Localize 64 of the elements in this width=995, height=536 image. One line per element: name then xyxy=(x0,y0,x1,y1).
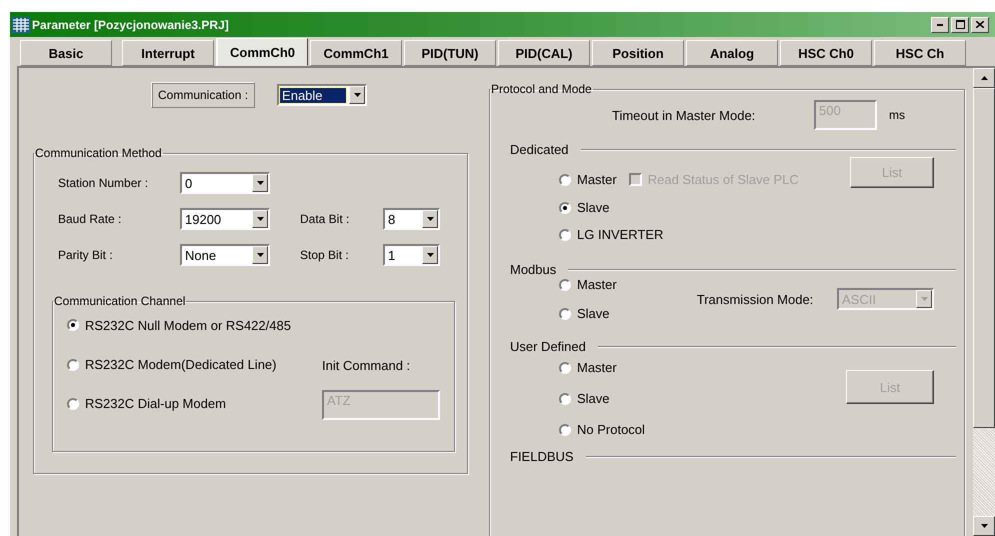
app-icon xyxy=(12,16,30,32)
field-label: Timeout in Master Mode: xyxy=(612,108,756,122)
caret-icon xyxy=(256,181,264,185)
caret-icon xyxy=(426,253,434,257)
tab[interactable]: PID(CAL) xyxy=(498,40,590,66)
scrollbar-thumb[interactable] xyxy=(973,88,995,428)
scroll-down-button[interactable] xyxy=(973,516,995,536)
radio-option[interactable]: RS232C Modem(Dedicated Line) xyxy=(67,357,276,372)
radio-option[interactable]: Slave xyxy=(559,391,645,406)
caret-icon xyxy=(256,217,264,221)
radio-option[interactable]: No Protocol xyxy=(559,422,645,437)
tab[interactable]: CommCh0 xyxy=(216,38,308,66)
maximize-button[interactable] xyxy=(951,16,969,32)
down-arrow-icon xyxy=(980,524,988,528)
close-icon xyxy=(976,21,984,28)
field-label: Stop Bit : xyxy=(300,248,350,262)
tab[interactable]: Position xyxy=(592,40,684,66)
tab[interactable]: PID(TUN) xyxy=(404,40,496,66)
tab[interactable]: CommCh1 xyxy=(310,40,402,66)
caret-icon xyxy=(426,217,434,221)
section-title: FIELDBUS xyxy=(510,449,574,464)
radio-option[interactable]: RS232C Dial-up Modem xyxy=(67,396,226,412)
group-title: Protocol and Mode xyxy=(490,82,593,96)
dropdown[interactable]: 8 xyxy=(383,208,440,230)
section-title: User Defined xyxy=(510,339,586,354)
dropdown[interactable]: 0 xyxy=(180,172,270,194)
group-title: Communication Channel xyxy=(53,294,186,308)
dropdown[interactable]: 1 xyxy=(383,244,440,266)
radio-option[interactable]: Slave xyxy=(559,306,617,321)
tab[interactable]: Interrupt xyxy=(122,40,214,66)
field-label: Station Number : xyxy=(58,176,150,190)
section-title: Modbus xyxy=(510,262,556,277)
tab[interactable]: HSC Ch xyxy=(874,40,966,66)
field-label: Init Command : xyxy=(322,358,410,373)
caret-icon xyxy=(920,297,928,301)
radio-option[interactable]: Master xyxy=(559,277,617,292)
tab[interactable]: HSC Ch0 xyxy=(780,40,872,66)
unit-label: ms xyxy=(889,108,905,122)
scroll-up-button[interactable] xyxy=(973,68,995,88)
dropdown[interactable]: Enable xyxy=(277,84,368,106)
caret-icon xyxy=(256,253,264,257)
field-label: Parity Bit : xyxy=(58,248,114,262)
close-button[interactable] xyxy=(971,16,989,32)
field-label: Communication : xyxy=(151,82,256,108)
up-arrow-icon xyxy=(980,76,988,80)
caret-icon xyxy=(354,93,361,97)
dropdown[interactable]: 19200 xyxy=(180,208,270,230)
maximize-icon xyxy=(956,20,964,29)
minimize-icon xyxy=(937,24,943,26)
group-title: Communication Method xyxy=(34,146,163,160)
field-label: Transmission Mode: xyxy=(696,292,814,306)
section-title: Dedicated xyxy=(510,142,569,157)
tab[interactable]: Analog xyxy=(686,40,778,66)
radio-option[interactable]: LG INVERTER xyxy=(559,227,664,242)
dropdown[interactable]: None xyxy=(180,244,270,266)
window-title: Parameter [Pozycjonowanie3.PRJ] xyxy=(32,18,230,32)
radio-option[interactable]: Slave xyxy=(559,200,610,215)
minimize-button[interactable] xyxy=(931,16,949,32)
tab[interactable]: Basic xyxy=(20,40,112,66)
field-label: Baud Rate : xyxy=(58,212,122,226)
radio-option[interactable]: Master xyxy=(559,360,645,375)
radio-option[interactable]: RS232C Null Modem or RS422/485 xyxy=(67,318,291,332)
field-label: Data Bit : xyxy=(300,212,350,226)
radio-option[interactable]: Master xyxy=(559,172,617,187)
